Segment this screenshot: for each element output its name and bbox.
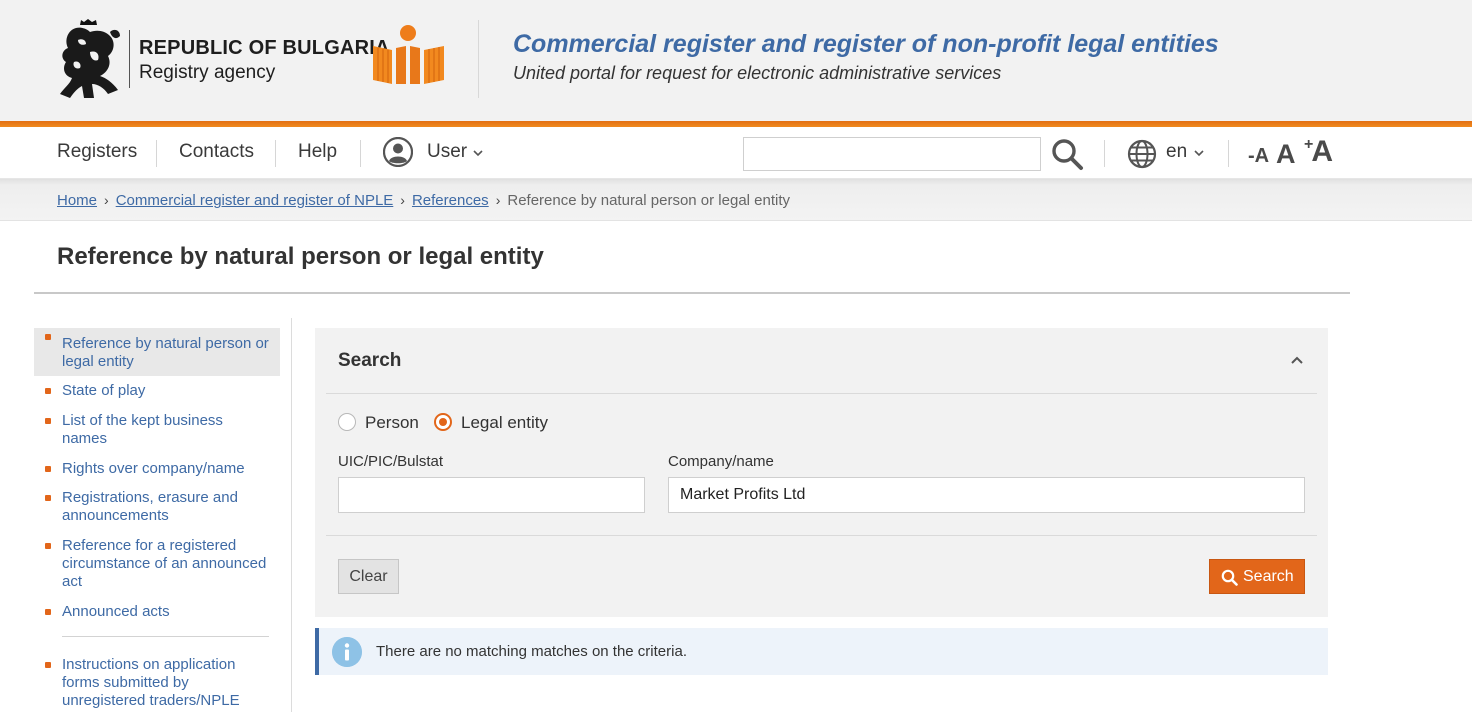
nav-separator [275, 140, 276, 167]
header-divider [478, 20, 479, 98]
uic-input[interactable] [338, 477, 645, 513]
breadcrumb-chevron-icon: › [104, 192, 109, 208]
company-name-input[interactable] [668, 477, 1305, 513]
nav-separator [1228, 140, 1229, 167]
search-button[interactable]: Search [1209, 559, 1305, 594]
site-search-input[interactable] [743, 137, 1041, 171]
breadcrumb-references[interactable]: References [412, 192, 489, 209]
sidebar-item-announced-acts[interactable]: Announced acts [34, 603, 280, 621]
portal-subtitle: United portal for request for electronic… [513, 63, 1002, 83]
font-increase-plus: + [1304, 136, 1314, 153]
user-avatar-icon[interactable] [383, 137, 413, 167]
sidebar: Reference by natural person or legal ent… [34, 318, 292, 712]
nav-separator [1104, 140, 1105, 167]
logo-divider [129, 30, 130, 88]
search-icon[interactable] [1050, 137, 1084, 171]
radio-person[interactable] [338, 413, 356, 431]
sidebar-item-registered-circumstance[interactable]: Reference for a registered circumstance … [34, 537, 280, 591]
sidebar-item-registrations-erasure[interactable]: Registrations, erasure and announcements [34, 489, 280, 525]
info-message-text: There are no matching matches on the cri… [376, 643, 687, 660]
language-selector[interactable]: en [1166, 141, 1187, 163]
breadcrumb-current: Reference by natural person or legal ent… [507, 192, 791, 209]
lion-coat-of-arms-logo[interactable] [54, 18, 122, 100]
search-icon [1221, 569, 1238, 586]
nav-registers[interactable]: Registers [57, 141, 137, 163]
search-panel-title: Search [338, 350, 402, 371]
sidebar-item-business-names[interactable]: List of the kept business names [34, 412, 280, 448]
info-icon [332, 637, 362, 667]
title-divider [34, 292, 1350, 294]
radio-legal-entity-label[interactable]: Legal entity [461, 413, 548, 433]
chevron-up-icon[interactable] [1290, 355, 1304, 365]
clear-button[interactable]: Clear [338, 559, 399, 594]
font-increase-letter: A [1311, 135, 1334, 168]
breadcrumb-home[interactable]: Home [57, 192, 97, 209]
page-title: Reference by natural person or legal ent… [57, 243, 544, 270]
sidebar-item-state-of-play[interactable]: State of play [34, 382, 280, 400]
search-panel: Search Person Legal entity UIC/PIC/Bulst… [315, 328, 1328, 617]
company-label: Company/name [668, 453, 774, 470]
sidebar-item-instructions[interactable]: Instructions on application forms submit… [34, 656, 280, 710]
breadcrumb-chevron-icon: › [495, 192, 501, 208]
chevron-down-icon[interactable] [473, 148, 483, 158]
sidebar-item-reference-person-entity[interactable]: Reference by natural person or legal ent… [34, 328, 280, 376]
chevron-down-icon[interactable] [1194, 148, 1204, 158]
site-header: REPUBLIC OF BULGARIA Registry agency Com… [0, 0, 1472, 122]
font-decrease-button[interactable]: -A [1248, 145, 1269, 168]
breadcrumb-chevron-icon: › [400, 192, 405, 208]
search-button-label: Search [1243, 568, 1294, 585]
font-increase-button[interactable]: +A [1304, 135, 1333, 169]
nav-help[interactable]: Help [298, 141, 337, 163]
uic-label: UIC/PIC/Bulstat [338, 453, 444, 470]
nav-separator [156, 140, 157, 167]
panel-divider [326, 535, 1317, 536]
agency-name: Registry agency [139, 62, 276, 83]
globe-icon[interactable] [1127, 139, 1157, 169]
nav-separator [360, 140, 361, 167]
portal-title: Commercial register and register of non-… [513, 30, 1219, 58]
main-nav: Registers Contacts Help User en -A A +A [0, 127, 1472, 179]
registry-books-logo[interactable] [370, 24, 448, 86]
sidebar-divider [62, 636, 269, 637]
nav-contacts[interactable]: Contacts [179, 141, 254, 163]
sidebar-item-rights-over-name[interactable]: Rights over company/name [34, 460, 280, 478]
republic-title: REPUBLIC OF BULGARIA [139, 37, 390, 59]
nav-user-menu[interactable]: User [427, 141, 467, 163]
radio-person-label[interactable]: Person [365, 413, 419, 433]
panel-divider [326, 393, 1317, 394]
font-normal-button[interactable]: A [1276, 139, 1296, 170]
radio-legal-entity[interactable] [434, 413, 452, 431]
info-message: There are no matching matches on the cri… [315, 628, 1328, 675]
breadcrumb: Home › Commercial register and register of… [57, 192, 790, 209]
breadcrumb-register[interactable]: Commercial register and register of NPLE [116, 192, 394, 209]
